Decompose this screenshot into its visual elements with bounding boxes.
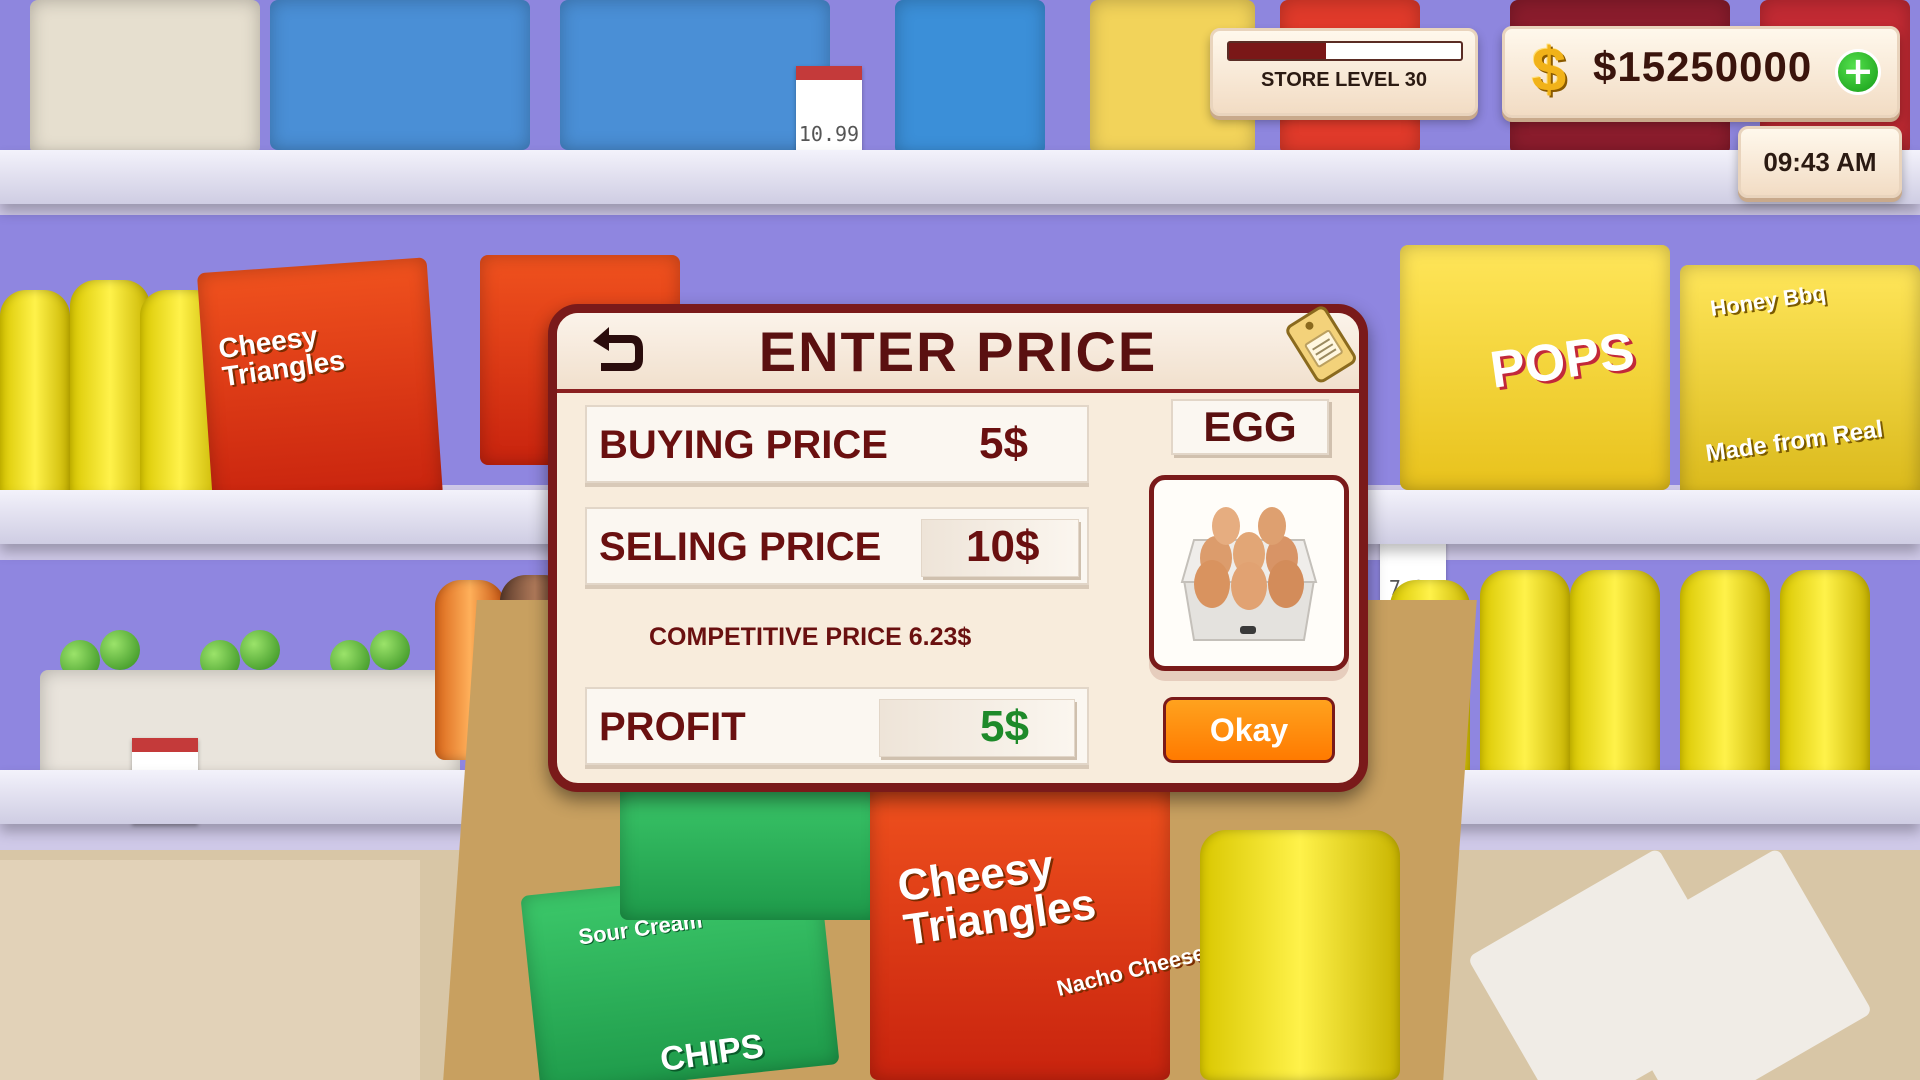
price-tag: 10.99 — [796, 66, 862, 152]
enter-price-dialog: ENTER PRICE BUYING PRICE 5$ SELING PRICE… — [548, 304, 1368, 792]
item-image — [1149, 475, 1349, 671]
okay-button[interactable]: Okay — [1163, 697, 1335, 763]
profit-value: 5$ — [980, 702, 1029, 751]
dialog-title: ENTER PRICE — [758, 320, 1158, 383]
buying-price-label: BUYING PRICE — [599, 423, 888, 467]
clock-panel: 09:43 AM — [1738, 126, 1902, 198]
dialog-header: ENTER PRICE — [557, 313, 1359, 393]
selling-price-row: SELING PRICE 10$ — [585, 507, 1089, 585]
money-panel: $ $15250000 + — [1502, 26, 1900, 118]
item-name: EGG — [1171, 399, 1329, 455]
price-tag-icon — [1281, 295, 1357, 387]
buying-price-row: BUYING PRICE 5$ — [585, 405, 1089, 483]
selling-price-label: SELING PRICE — [599, 525, 882, 569]
money-balance: $15250000 — [1593, 43, 1813, 90]
game-time: 09:43 AM — [1763, 147, 1877, 177]
selling-price-value: 10$ — [966, 522, 1040, 571]
dollar-coin-icon: $ — [1531, 36, 1567, 105]
competitive-price-text: COMPETITIVE PRICE 6.23$ — [649, 623, 972, 651]
profit-row: PROFIT 5$ — [585, 687, 1089, 765]
store-level-progress-fill — [1229, 43, 1327, 59]
store-level-label: STORE LEVEL 30 — [1261, 69, 1427, 91]
profit-label: PROFIT — [599, 705, 746, 749]
profit-field: 5$ — [879, 699, 1075, 757]
selling-price-input[interactable]: 10$ — [921, 519, 1079, 577]
store-level-panel: STORE LEVEL 30 — [1210, 28, 1478, 116]
egg-carton-icon — [1180, 507, 1318, 641]
store-level-progress-bar — [1227, 41, 1463, 61]
buying-price-value: 5$ — [979, 419, 1028, 468]
add-money-button[interactable]: + — [1835, 49, 1881, 95]
